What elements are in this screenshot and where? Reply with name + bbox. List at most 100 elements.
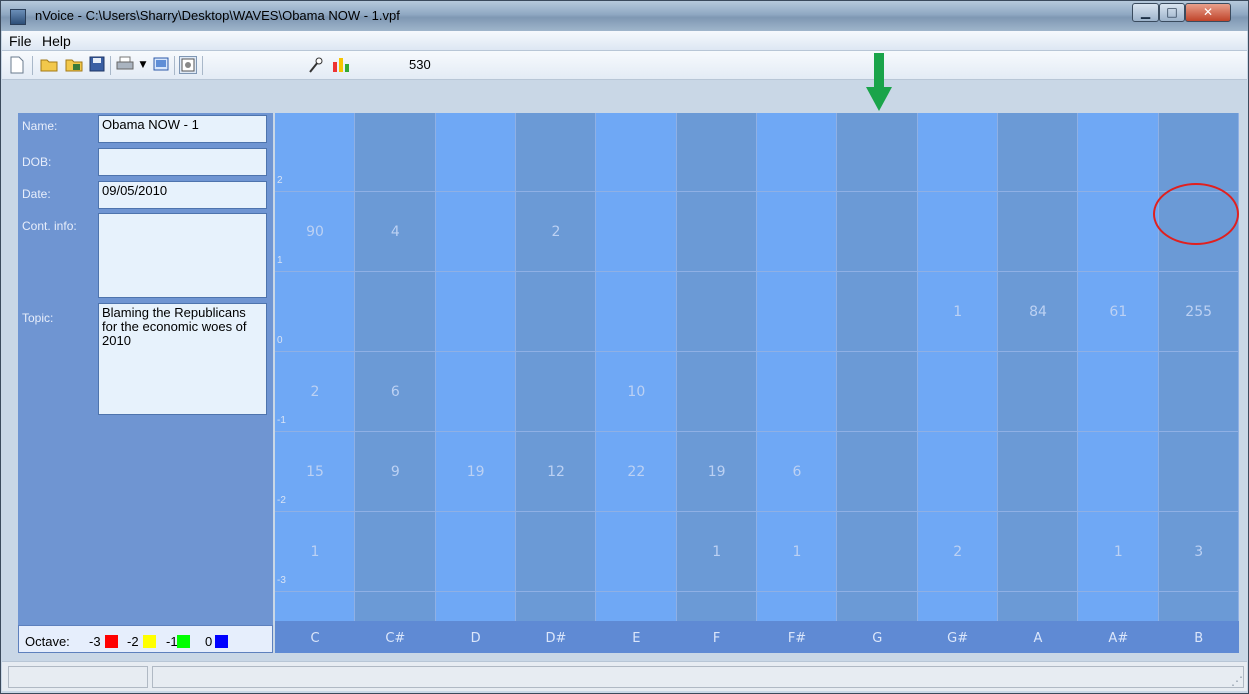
- topic-field[interactable]: Blaming the Republicans for the economic…: [98, 303, 267, 415]
- resize-grip-icon[interactable]: ⋰: [1231, 674, 1243, 688]
- status-bar: ⋰: [2, 661, 1247, 691]
- note-label: C#: [385, 631, 406, 646]
- print-icon[interactable]: [116, 56, 134, 74]
- contact-info-label: Cont. info:: [22, 219, 77, 233]
- pitch-count-cell: 1: [712, 544, 722, 560]
- note-column-e: [596, 113, 677, 653]
- note-label: G#: [947, 631, 969, 646]
- pitch-count-cell: 22: [627, 464, 646, 480]
- note-column-f: [676, 113, 757, 653]
- octave-tick-label: -1: [277, 415, 286, 426]
- close-button[interactable]: ✕: [1185, 3, 1231, 22]
- note-column-d: [435, 113, 516, 653]
- green-down-arrow-icon: [866, 53, 892, 111]
- note-column-csharp: [355, 113, 436, 653]
- open-recent-icon[interactable]: [65, 56, 83, 74]
- menu-file[interactable]: File: [9, 33, 32, 49]
- octave-gridline: [275, 351, 1239, 352]
- date-field[interactable]: 09/05/2010: [98, 181, 267, 209]
- properties-icon[interactable]: [179, 56, 197, 74]
- pitch-count-cell: 15: [306, 464, 324, 480]
- title-bar[interactable]: nVoice - C:\Users\Sharry\Desktop\WAVES\O…: [1, 1, 1248, 31]
- octave-gridline: [275, 191, 1239, 192]
- note-label: B: [1194, 631, 1204, 646]
- octave-item-label: -2: [127, 634, 139, 649]
- status-panel-left: [8, 666, 148, 688]
- name-label: Name:: [22, 119, 58, 133]
- info-panel: Name: Obama NOW - 1 DOB: Date: 09/05/201…: [18, 113, 273, 653]
- pitch-grid[interactable]: 2 1 0 -1 -2 -3 90 4 2 1 84 61 255 2 6 10 15 9 19 12 22 19 6 1 1 1…: [275, 113, 1239, 653]
- octave-gridline: [275, 431, 1239, 432]
- note-column-dsharp: [516, 113, 597, 653]
- topic-label: Topic:: [22, 311, 54, 325]
- bar-chart-icon[interactable]: [332, 56, 350, 74]
- octave-item-label: -3: [89, 634, 101, 649]
- note-label: A#: [1108, 631, 1129, 646]
- pitch-count-cell: 255: [1185, 304, 1213, 320]
- pitch-count-cell: 3: [1194, 544, 1204, 560]
- minimize-button[interactable]: ▁: [1132, 3, 1159, 22]
- note-column-fsharp: [757, 113, 838, 653]
- sample-count: 530: [409, 57, 431, 72]
- pitch-count-cell: 84: [1029, 304, 1047, 320]
- status-panel-main: [152, 666, 1244, 688]
- octave-swatch-blue: [215, 635, 228, 648]
- octave-swatch-green: [177, 635, 190, 648]
- octave-item-label: -1: [166, 634, 178, 649]
- note-column-gsharp: [917, 113, 998, 653]
- note-label: G: [872, 631, 883, 646]
- pitch-count-cell: 1: [1113, 544, 1123, 560]
- contact-info-field[interactable]: [98, 213, 267, 298]
- print-dropdown-icon[interactable]: ▼: [134, 56, 152, 74]
- pitch-count-cell: 1: [792, 544, 802, 560]
- pitch-count-cell: 10: [627, 384, 646, 400]
- note-label: D#: [545, 631, 567, 646]
- toolbar-separator: [174, 56, 175, 75]
- note-label: D: [470, 631, 481, 646]
- octave-legend: Octave: -3 -2 -1 0: [18, 625, 273, 653]
- date-label: Date:: [22, 187, 51, 201]
- maximize-button[interactable]: □: [1159, 3, 1185, 22]
- octave-tick-label: -3: [277, 575, 286, 586]
- octave-gridline: [275, 511, 1239, 512]
- name-field[interactable]: Obama NOW - 1: [98, 115, 267, 143]
- note-column-asharp: [1078, 113, 1159, 653]
- pitch-count-cell: 4: [390, 224, 400, 240]
- note-label: C: [310, 631, 320, 646]
- app-icon[interactable]: [10, 9, 26, 25]
- octave-item-label: 0: [205, 634, 213, 649]
- octave-tick-label: 1: [277, 255, 283, 266]
- toolbar-separator: [202, 56, 203, 75]
- pitch-count-cell: 61: [1109, 304, 1128, 320]
- note-column-c: [275, 113, 356, 653]
- octave-tick-label: 2: [277, 175, 283, 186]
- pitch-count-cell: 9: [390, 464, 400, 480]
- save-icon[interactable]: [88, 56, 106, 74]
- note-label: E: [632, 631, 641, 646]
- octave-tick-label: 0: [277, 335, 283, 346]
- open-folder-icon[interactable]: [40, 56, 58, 74]
- pitch-count-cell: 19: [707, 464, 726, 480]
- pitch-count-cell: 19: [466, 464, 485, 480]
- pitch-count-cell: 12: [547, 464, 565, 480]
- dob-field[interactable]: [98, 148, 267, 176]
- note-column-g: [837, 113, 918, 653]
- menu-help[interactable]: Help: [42, 33, 71, 49]
- octave-label: Octave:: [25, 634, 70, 649]
- note-column-a: [998, 113, 1079, 653]
- pitch-count-cell: 2: [310, 384, 320, 400]
- octave-gridline: [275, 271, 1239, 272]
- red-highlight-circle: [1153, 183, 1239, 245]
- toolbar-separator: [110, 56, 111, 75]
- preview-icon[interactable]: [152, 56, 170, 74]
- note-label: F: [712, 631, 721, 646]
- pitch-count-cell: 6: [792, 464, 802, 480]
- dob-label: DOB:: [22, 155, 52, 169]
- pitch-count-cell: 2: [551, 224, 561, 240]
- octave-swatch-yellow: [143, 635, 156, 648]
- microphone-icon[interactable]: [306, 56, 324, 74]
- menu-bar: File Help: [2, 31, 1247, 51]
- octave-tick-label: -2: [277, 495, 286, 506]
- new-file-icon[interactable]: [8, 56, 26, 74]
- app-window: nVoice - C:\Users\Sharry\Desktop\WAVES\O…: [0, 0, 1249, 694]
